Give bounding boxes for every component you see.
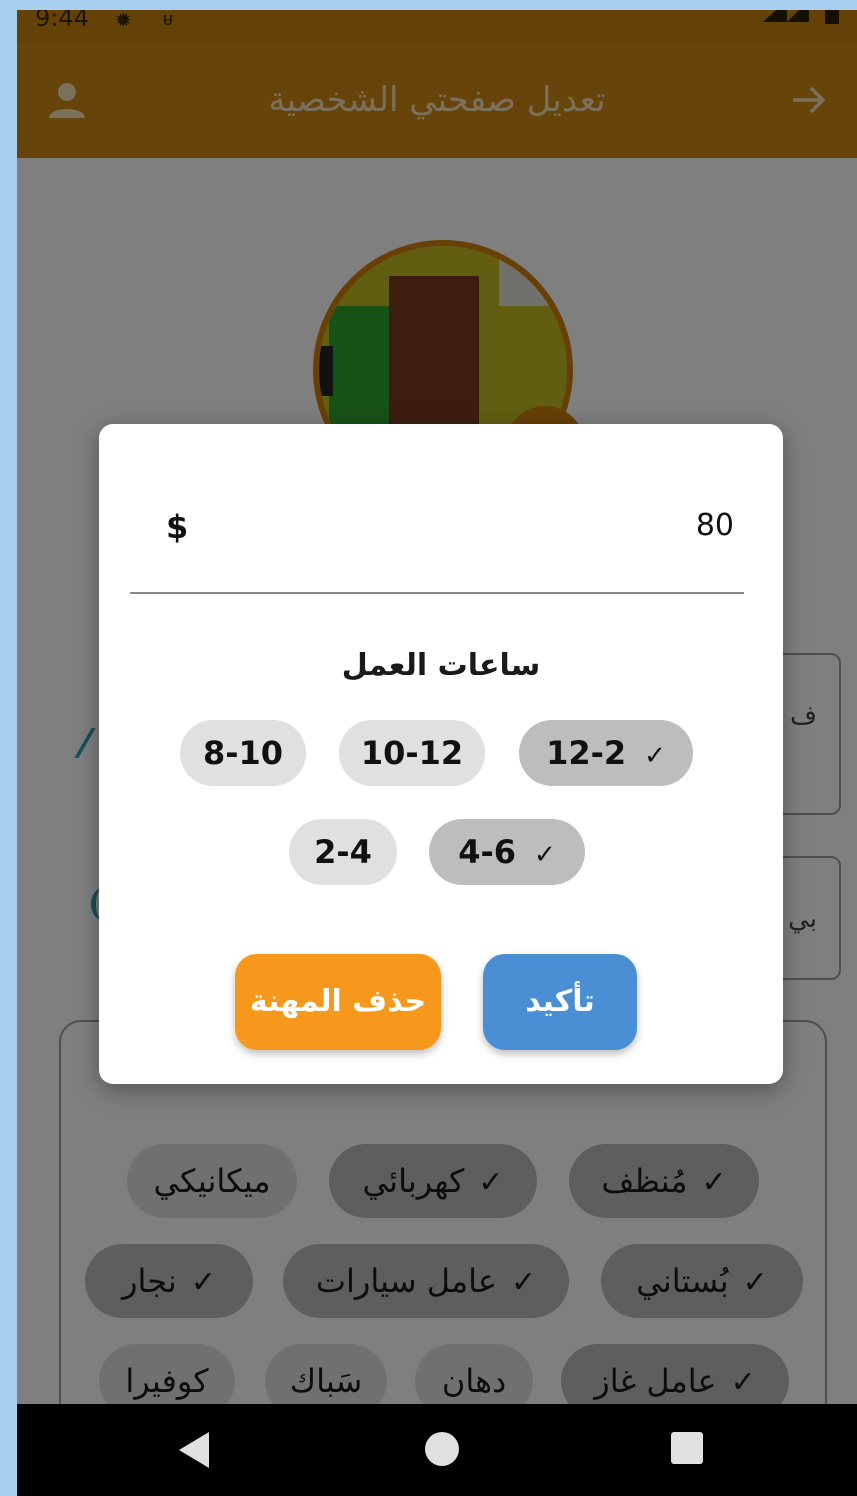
- phone-screen: 9:44 ✹ ᵾ تعديل صفحتي الشخصية ف: [17, 10, 857, 1496]
- navigation-bar: [17, 1404, 857, 1496]
- check-icon: ✓: [534, 840, 556, 870]
- nav-back-icon[interactable]: [179, 1432, 209, 1468]
- nav-home-icon[interactable]: [425, 1432, 459, 1466]
- hour-chip-12-2[interactable]: 12-2 ✓: [519, 720, 693, 786]
- price-value[interactable]: 80: [696, 508, 734, 543]
- chip-label: 8-10: [202, 734, 284, 772]
- chip-label: 4-6: [458, 833, 516, 871]
- check-icon: ✓: [644, 741, 666, 771]
- hour-chip-10-12[interactable]: 10-12: [339, 720, 485, 786]
- price-input[interactable]: $ 80: [130, 488, 744, 594]
- hour-chip-8-10[interactable]: 8-10: [180, 720, 306, 786]
- nav-recents-icon[interactable]: [671, 1432, 703, 1464]
- delete-profession-button[interactable]: حذف المهنة: [235, 954, 441, 1050]
- work-hours-dialog: $ 80 ساعات العمل 12-2 ✓ 10-12 8-10 4-6 ✓ 2…: [99, 424, 783, 1084]
- hour-chip-4-6[interactable]: 4-6 ✓: [429, 819, 585, 885]
- chip-label: 2-4: [314, 833, 372, 871]
- chip-label: 10-12: [360, 734, 464, 772]
- confirm-button[interactable]: تأكيد: [483, 954, 637, 1050]
- work-hours-title: ساعات العمل: [341, 648, 541, 683]
- chip-label: 12-2: [546, 734, 627, 772]
- hour-chip-2-4[interactable]: 2-4: [289, 819, 397, 885]
- currency-label: $: [166, 508, 189, 546]
